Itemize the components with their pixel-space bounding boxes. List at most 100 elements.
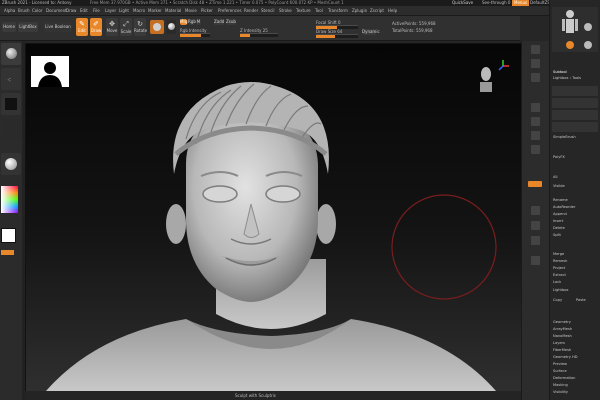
menu-alpha[interactable]: Alpha bbox=[4, 6, 15, 15]
local-icon[interactable] bbox=[531, 59, 540, 68]
alpha-slot[interactable] bbox=[1, 93, 21, 115]
brush-slot[interactable] bbox=[1, 43, 21, 65]
move-button[interactable]: ✥ Move bbox=[106, 18, 118, 36]
menu-help[interactable]: Help bbox=[388, 6, 397, 15]
rgb-button[interactable]: Rgb bbox=[188, 19, 196, 25]
menu-preferences[interactable]: Preferences bbox=[218, 6, 242, 15]
geometry-section[interactable]: Geometry bbox=[553, 320, 599, 325]
switch-color-icon[interactable] bbox=[1, 250, 14, 255]
menu-zscript[interactable]: Zscript bbox=[370, 6, 384, 15]
camera-icon[interactable] bbox=[531, 73, 540, 82]
project-button[interactable]: Project bbox=[553, 266, 599, 271]
material-button[interactable] bbox=[166, 20, 176, 34]
solo-icon[interactable] bbox=[531, 236, 540, 245]
floor-icon[interactable] bbox=[531, 45, 540, 54]
subtool-list-item[interactable] bbox=[552, 98, 598, 108]
rename-button[interactable]: Rename bbox=[553, 198, 599, 203]
tool-thumbnails[interactable] bbox=[552, 7, 598, 52]
menu-color[interactable]: Color bbox=[32, 6, 42, 15]
menu-layer[interactable]: Layer bbox=[105, 6, 116, 15]
menu-file[interactable]: File bbox=[93, 6, 100, 15]
subtool-list-item[interactable] bbox=[552, 86, 598, 96]
document-canvas[interactable] bbox=[25, 43, 523, 392]
color-picker-icon[interactable] bbox=[1, 186, 18, 213]
surface-section[interactable]: Surface bbox=[553, 369, 599, 374]
brush-preview-button[interactable] bbox=[150, 20, 164, 34]
stroke-slot[interactable]: ⁖ bbox=[1, 68, 21, 90]
menu-stroke[interactable]: Stroke bbox=[279, 6, 292, 15]
simplebrush-label[interactable]: SimpleBrush bbox=[553, 135, 599, 140]
z-intensity-slider[interactable] bbox=[240, 33, 278, 37]
menu-texture[interactable]: Texture bbox=[296, 6, 311, 15]
m-button[interactable]: M bbox=[196, 19, 201, 25]
masking-section[interactable]: Masking bbox=[553, 383, 599, 388]
lock-button[interactable]: Lock bbox=[553, 280, 599, 285]
scale-button[interactable]: ⤢ Scale bbox=[120, 18, 132, 36]
rgb-intensity-slider[interactable] bbox=[180, 33, 210, 37]
menu-tool[interactable]: Tool bbox=[315, 6, 323, 15]
insert-button[interactable]: Insert bbox=[553, 219, 599, 224]
merge-button[interactable]: Merge bbox=[553, 252, 599, 257]
visible-toggle[interactable]: Visible bbox=[553, 184, 599, 189]
split-button[interactable]: Split bbox=[553, 233, 599, 238]
geometry-hd-section[interactable]: Geometry HD bbox=[553, 355, 599, 360]
arraymesh-section[interactable]: ArrayMesh bbox=[553, 327, 599, 332]
edit-button[interactable]: ✎ Edit bbox=[76, 18, 88, 36]
menu-document[interactable]: Document bbox=[46, 6, 67, 15]
sculpt-model[interactable] bbox=[26, 44, 522, 391]
preview-section[interactable]: Preview bbox=[553, 362, 599, 367]
move-icon[interactable] bbox=[531, 117, 540, 126]
transp-icon[interactable] bbox=[531, 206, 540, 215]
menu-render[interactable]: Render bbox=[244, 6, 258, 15]
zadd-button[interactable]: Zadd bbox=[214, 19, 224, 25]
paste-button[interactable]: Paste bbox=[576, 298, 596, 303]
zoom-icon[interactable] bbox=[531, 131, 540, 140]
polyf-toggle[interactable] bbox=[528, 181, 542, 187]
ghost-icon[interactable] bbox=[531, 221, 540, 230]
menu-material[interactable]: Material bbox=[165, 6, 181, 15]
subtool-list-item[interactable] bbox=[552, 122, 598, 132]
rotate-icon[interactable] bbox=[531, 145, 540, 154]
menu-draw[interactable]: Draw bbox=[66, 6, 76, 15]
zsub-button[interactable]: Zsub bbox=[226, 19, 236, 25]
material-slot[interactable] bbox=[1, 153, 21, 175]
visibility-section[interactable]: Visibility bbox=[553, 390, 599, 395]
nanomesh-section[interactable]: NanoMesh bbox=[553, 334, 599, 339]
live-boolean-button[interactable]: Live Boolean bbox=[44, 22, 72, 32]
menu-zplugin[interactable]: Zplugin bbox=[352, 6, 367, 15]
lightbox-button[interactable]: LightBox bbox=[18, 22, 38, 32]
lightbox-tools-label[interactable]: Lightbox › Tools bbox=[553, 76, 599, 81]
dynamic-button[interactable]: Dynamic bbox=[362, 29, 380, 35]
lightbox-button-panel[interactable]: Lightbox bbox=[553, 288, 599, 293]
menu-brush[interactable]: Brush bbox=[18, 6, 30, 15]
main-color-swatch[interactable] bbox=[1, 228, 16, 243]
polyfx-label[interactable]: PolyFX bbox=[553, 155, 599, 160]
deformation-section[interactable]: Deformation bbox=[553, 376, 599, 381]
subtool-header[interactable]: Subtool bbox=[553, 70, 599, 75]
menu-movie[interactable]: Movie bbox=[185, 6, 197, 15]
extract-button[interactable]: Extract bbox=[553, 273, 599, 278]
home-button[interactable]: Home bbox=[2, 22, 16, 32]
menu-picker[interactable]: Picker bbox=[201, 6, 213, 15]
menu-transform[interactable]: Transform bbox=[328, 6, 348, 15]
xpose-icon[interactable] bbox=[531, 256, 540, 265]
menu-stencil[interactable]: Stencil bbox=[261, 6, 275, 15]
frame-icon[interactable] bbox=[531, 103, 540, 112]
draw-size-slider[interactable] bbox=[316, 34, 358, 38]
rotate-button[interactable]: ↻ Rotate bbox=[134, 18, 147, 36]
autoreorder-button[interactable]: AutoReorder bbox=[553, 205, 599, 210]
menu-marker[interactable]: Marker bbox=[148, 6, 162, 15]
menu-light[interactable]: Light bbox=[119, 6, 129, 15]
fibermesh-section[interactable]: FiberMesh bbox=[553, 348, 599, 353]
append-button[interactable]: Append bbox=[553, 212, 599, 217]
delete-button[interactable]: Delete bbox=[553, 226, 599, 231]
mrgb-button[interactable]: Mrgb bbox=[180, 19, 190, 25]
copy-button[interactable]: Copy bbox=[553, 298, 573, 303]
subtool-list-item[interactable] bbox=[552, 110, 598, 120]
layers-section[interactable]: Layers bbox=[553, 341, 599, 346]
menu-edit[interactable]: Edit bbox=[80, 6, 88, 15]
texture-slot[interactable] bbox=[1, 119, 21, 139]
draw-button[interactable]: ✐ Draw bbox=[90, 18, 102, 36]
menu-macro[interactable]: Macro bbox=[133, 6, 145, 15]
remesh-button[interactable]: Remesh bbox=[553, 259, 599, 264]
